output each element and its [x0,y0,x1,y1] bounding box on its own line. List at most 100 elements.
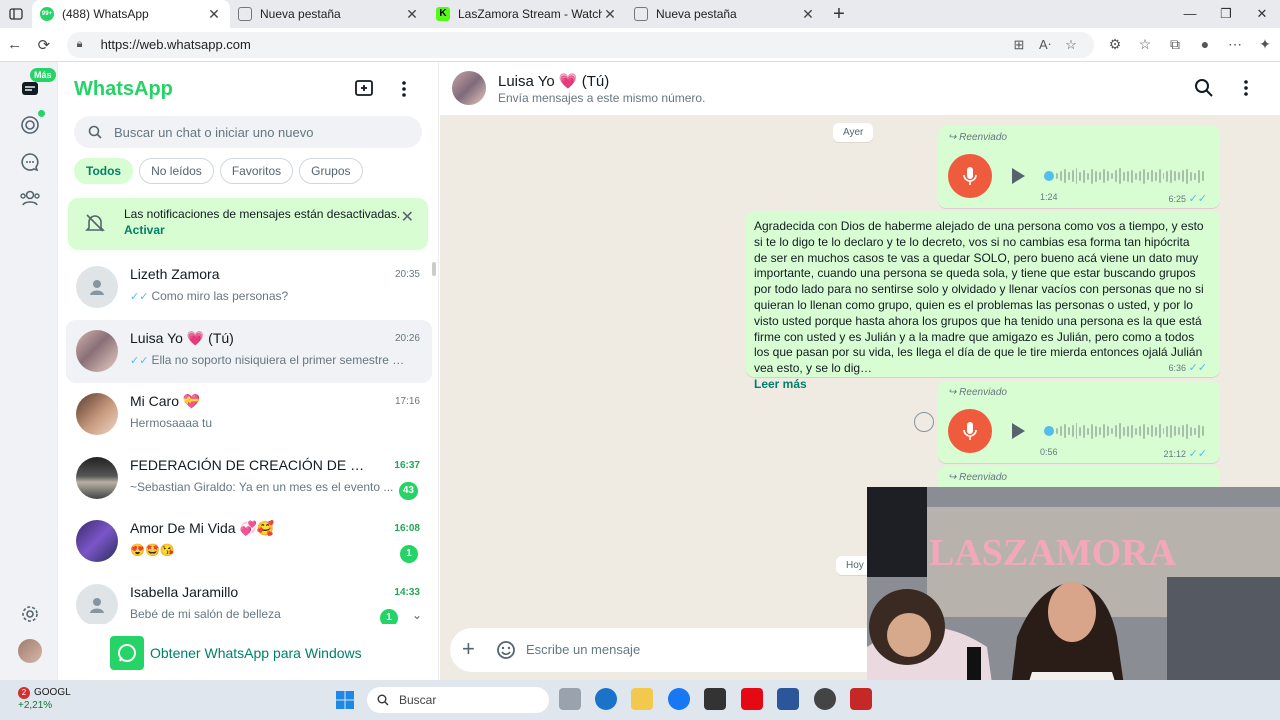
maximize-icon[interactable]: ❐ [1208,0,1244,28]
youtube-studio-icon[interactable] [850,688,872,710]
tab-new-2[interactable]: Nueva pestaña ✕ [626,0,824,28]
new-chat-icon[interactable] [354,78,376,98]
chat-item-federacion[interactable]: FEDERACIÓN DE CREACIÓN DE CONTE... 16:37… [66,447,432,511]
audio-waveform[interactable] [1044,167,1204,185]
profile-avatar[interactable] [18,639,42,663]
taskbar-search[interactable]: Buscar [367,687,549,713]
settings-gear-icon[interactable] [17,601,43,627]
attach-plus-icon[interactable]: + [462,636,475,662]
message-input[interactable]: Escribe un mensaje [526,642,640,657]
scrollbar[interactable] [432,262,436,276]
kick-icon: K [436,7,450,21]
bell-off-icon [85,214,105,232]
obs-icon[interactable] [814,688,836,710]
lock-icon[interactable]: 🔒︎ [77,38,93,51]
url-field[interactable]: 🔒︎ https://web.whatsapp.com ⊞ Aᐧ ☆ [66,31,1094,58]
menu-icon[interactable] [394,78,414,100]
extensions-icon[interactable]: ⚙︎ [1100,36,1130,53]
filter-todos[interactable]: Todos [74,158,134,184]
waveform-bar [1107,426,1110,436]
more-badge: Más [30,68,56,82]
contact-name[interactable]: Luisa Yo 💗 (Tú) [498,72,609,90]
filter-grupos[interactable]: Grupos [299,158,363,184]
chat-time: 16:37 [394,459,420,471]
close-tab-icon[interactable]: ✕ [800,6,816,23]
new-tab-button[interactable]: + [824,3,854,26]
chat-item-luisa[interactable]: Luisa Yo 💗 (Tú) 20:26 ✓✓ Ella no soporto … [66,319,432,383]
collections-icon[interactable]: ⧉ [1160,36,1190,53]
forwarded-label: ↪ Reenviado [948,387,1007,398]
close-banner-icon[interactable]: ✕ [401,210,414,226]
waveform-bar [1126,170,1129,182]
waveform-bar [1055,173,1058,179]
menu-icon[interactable] [1236,78,1256,98]
close-tab-icon[interactable]: ✕ [602,6,618,23]
contact-avatar[interactable] [452,71,486,105]
netflix-icon[interactable] [741,688,763,710]
svg-text:LASZAMORA: LASZAMORA [929,532,1177,574]
channels-icon[interactable] [17,149,43,175]
read-aloud-icon[interactable]: Aᐧ [1032,37,1058,53]
filter-favoritos[interactable]: Favoritos [219,158,294,184]
waveform-bar [1083,424,1086,438]
sticker-icon[interactable] [496,640,516,660]
waveform-bar [1154,426,1157,436]
tab-actions-icon[interactable] [0,0,32,28]
unread-badge: 43 [398,481,418,500]
chat-time: 20:26 [394,332,420,344]
edge-icon[interactable] [595,688,617,710]
copilot-icon[interactable]: ✦ [1250,36,1280,53]
tab-whatsapp[interactable]: 99+ (488) WhatsApp ✕ [32,0,230,28]
audio-message: ↪ Reenviado 1:24 6:25 ✓✓ [938,126,1220,208]
tab-title: LasZamora Stream - Watch Live o [458,7,602,21]
chat-item-isabella[interactable]: Isabella Jaramillo 14:33 Bebé de mi saló… [66,574,432,624]
tab-new-1[interactable]: Nueva pestaña ✕ [230,0,428,28]
audio-scrubber[interactable] [1044,171,1054,181]
tab-laszamora[interactable]: K LasZamora Stream - Watch Live o ✕ [428,0,626,28]
refresh-icon[interactable]: ⟳ [29,36,58,54]
chat-item-amor[interactable]: Amor De Mi Vida 💞🥰 16:08 😍🤩😘 1 [66,510,432,574]
stock-widget[interactable]: 2 GOOGL +2,21% [18,686,71,712]
chat-item-mi-caro[interactable]: Mi Caro 💝 17:16 Hermosaaaa tu [66,383,432,447]
waveform-bar [1186,168,1189,184]
react-emoji-icon[interactable] [914,412,934,432]
filter-no-leidos[interactable]: No leídos [139,158,214,184]
file-explorer-icon[interactable] [631,688,653,710]
play-icon[interactable] [1008,166,1028,186]
close-window-icon[interactable]: ✕ [1244,0,1280,28]
more-icon[interactable]: ⋯ [1220,36,1250,53]
waveform-bar [1130,424,1133,438]
chevron-down-icon[interactable]: ⌄ [412,608,422,622]
minimize-icon[interactable]: — [1172,0,1208,28]
waveform-bar [1103,424,1106,438]
audio-scrubber[interactable] [1044,426,1054,436]
task-view-icon[interactable] [559,688,581,710]
search-icon[interactable] [1194,78,1214,98]
notifications-banner: Las notificaciones de mensajes están des… [68,198,428,250]
favorite-star-icon[interactable]: ☆ [1058,37,1084,53]
avatar [76,456,118,499]
communities-icon[interactable] [17,185,43,211]
windows-start-icon[interactable] [335,690,355,710]
waveform-bar [1202,171,1204,181]
youtube-icon[interactable] [704,688,726,710]
get-windows-app-link[interactable]: Obtener WhatsApp para Windows [110,636,362,670]
favorites-icon[interactable]: ☆ [1130,36,1160,53]
search-input[interactable]: Buscar un chat o iniciar uno nuevo [74,116,422,148]
chat-item-lizeth[interactable]: Lizeth Zamora 20:35 ✓✓ Como miro las pers… [66,256,432,320]
close-tab-icon[interactable]: ✕ [404,6,420,23]
nav-rail: Más [0,62,58,680]
activate-link[interactable]: Activar [124,223,165,237]
facebook-icon[interactable] [668,688,690,710]
play-icon[interactable] [1008,421,1028,441]
waveform-bar [1075,168,1078,184]
app-available-icon[interactable]: ⊞ [1006,37,1032,53]
audio-waveform[interactable] [1044,422,1204,440]
back-icon[interactable]: ← [0,36,29,53]
close-tab-icon[interactable]: ✕ [206,6,222,23]
profile-icon[interactable]: ● [1190,36,1220,53]
audio-duration: 0:56 [1040,447,1058,457]
chat-preview: Hermosaaaa tu [130,416,213,430]
word-icon[interactable] [777,688,799,710]
chat-preview: ~Sebastian Giraldo: Ya en un mes es el e… [130,479,394,494]
